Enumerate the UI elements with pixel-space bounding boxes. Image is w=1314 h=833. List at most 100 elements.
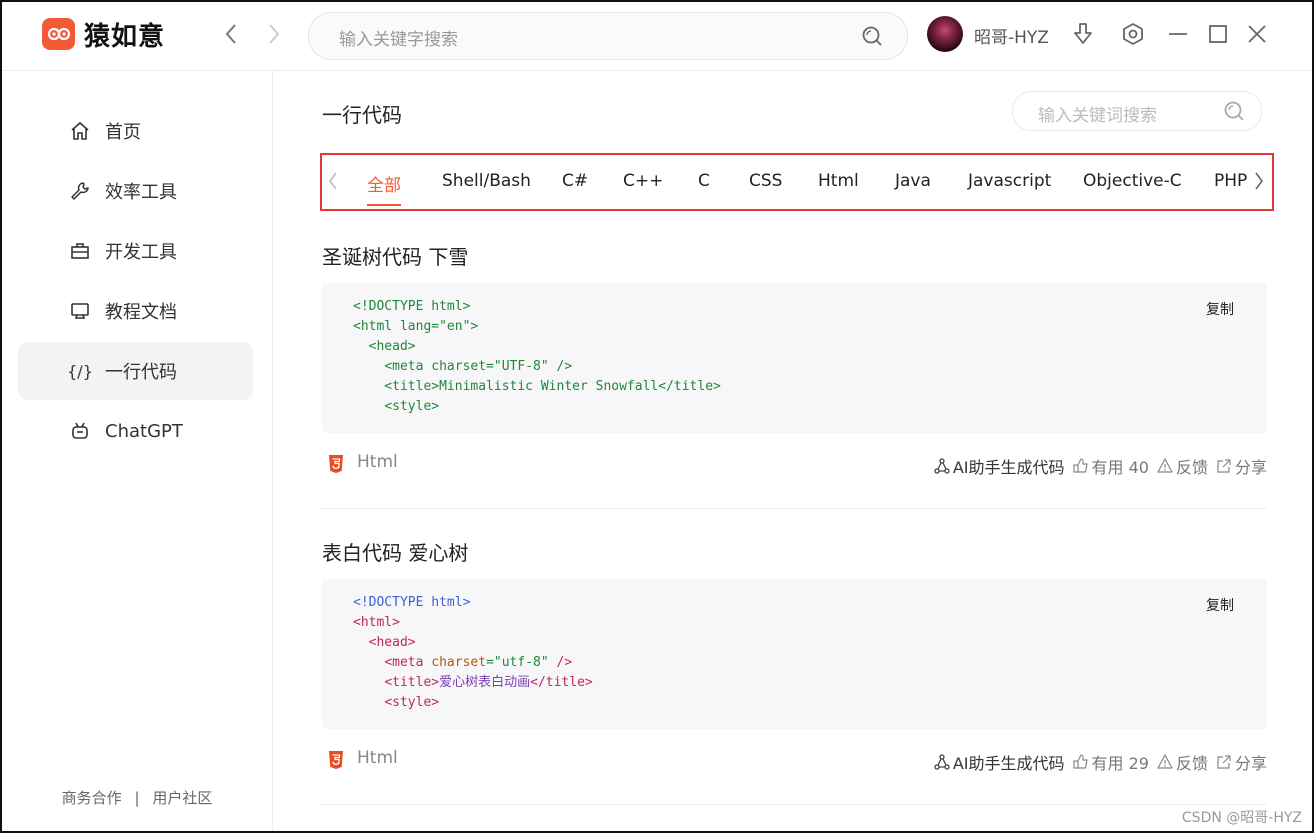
code-token: 爱心树表白动画	[439, 675, 531, 690]
tab-csharp[interactable]: C#	[562, 171, 588, 191]
tab-javascript[interactable]: Javascript	[968, 171, 1051, 191]
code-token: ="utf-8"	[486, 655, 549, 670]
useful-button[interactable]: 有用 29	[1072, 750, 1149, 774]
thumbs-up-icon	[1072, 458, 1088, 473]
share-button[interactable]: 分享	[1216, 454, 1267, 478]
sidebar-item-label: 一行代码	[105, 362, 177, 383]
wrench-icon	[68, 179, 92, 203]
sidebar-item-home[interactable]: 首页	[18, 102, 253, 160]
snippet-search-placeholder: 输入关键词搜索	[1038, 106, 1157, 126]
tabs-scroll-right-icon[interactable]	[1250, 169, 1268, 193]
warning-icon	[1157, 458, 1173, 473]
sidebar-item-label: 开发工具	[105, 242, 177, 263]
page-title: 一行代码	[322, 103, 402, 127]
warning-icon	[1157, 754, 1173, 769]
code-token: />	[556, 655, 573, 670]
useful-count: 有用 29	[1091, 754, 1149, 773]
snippet-language[interactable]: Html	[357, 748, 398, 768]
maximize-icon[interactable]	[1205, 21, 1231, 47]
tab-all[interactable]: 全部	[367, 171, 401, 206]
snippet-search-input[interactable]: 输入关键词搜索	[1012, 91, 1262, 131]
search-icon[interactable]	[1223, 100, 1245, 122]
tab-php[interactable]: PHP	[1214, 171, 1247, 191]
back-arrow-icon[interactable]	[217, 20, 245, 48]
robot-icon	[68, 419, 92, 443]
copy-button[interactable]: 复制	[1206, 299, 1234, 319]
sidebar-item-label: 教程文档	[105, 302, 177, 323]
share-icon	[1217, 755, 1231, 769]
download-icon[interactable]	[1070, 21, 1096, 47]
global-search-input[interactable]: 输入关键字搜索	[308, 12, 908, 60]
share-label: 分享	[1234, 754, 1267, 773]
sidebar-item-one-line-code[interactable]: {/} 一行代码	[18, 342, 253, 400]
code-line: <html lang="en">	[353, 319, 479, 334]
html5-icon	[329, 455, 343, 473]
code-content: <!DOCTYPE html> <html lang="en"> <head> …	[353, 297, 721, 417]
tabs-scroll-left-icon[interactable]	[324, 169, 342, 193]
main-content: 一行代码 输入关键词搜索 全部 Shell/Bash C# C++ C CSS …	[273, 71, 1312, 831]
snippet-title[interactable]: 圣诞树代码 下雪	[322, 241, 468, 270]
share-button[interactable]: 分享	[1216, 750, 1267, 774]
footer-divider: |	[134, 789, 140, 807]
close-icon[interactable]	[1244, 21, 1270, 47]
briefcase-icon	[68, 239, 92, 263]
feedback-button[interactable]: 反馈	[1157, 750, 1208, 774]
ai-generate-label: AI助手生成代码	[952, 754, 1065, 773]
tab-html[interactable]: Html	[818, 171, 859, 191]
code-line: <head>	[368, 635, 416, 650]
code-line: <!DOCTYPE html>	[353, 595, 471, 610]
sidebar-item-tutorials[interactable]: 教程文档	[18, 282, 253, 340]
user-community-link[interactable]: 用户社区	[152, 789, 212, 807]
global-search-placeholder: 输入关键字搜索	[339, 30, 458, 50]
ai-generate-button[interactable]: AI助手生成代码	[934, 454, 1065, 478]
sidebar-item-dev-tools[interactable]: 开发工具	[18, 222, 253, 280]
code-line: <meta charset="UTF-8" />	[353, 359, 573, 374]
tab-java[interactable]: Java	[895, 171, 931, 191]
code-line: <style>	[353, 399, 440, 414]
app-logo	[42, 18, 75, 50]
sidebar-item-chatgpt[interactable]: ChatGPT	[18, 402, 253, 460]
snippet-title[interactable]: 表白代码 爱心树	[322, 537, 468, 566]
forward-arrow-icon[interactable]	[260, 20, 288, 48]
ai-generate-button[interactable]: AI助手生成代码	[934, 750, 1065, 774]
snippet-meta: Html AI助手生成代码 有用 29 反馈 分享	[322, 746, 1267, 776]
feedback-label: 反馈	[1175, 458, 1208, 477]
tab-cpp[interactable]: C++	[623, 171, 663, 191]
useful-button[interactable]: 有用 40	[1072, 454, 1149, 478]
share-icon	[1217, 459, 1231, 473]
thumbs-up-icon	[1072, 754, 1088, 769]
code-token: </title>	[530, 675, 593, 690]
home-icon	[68, 119, 92, 143]
divider	[322, 508, 1267, 509]
html5-icon	[329, 751, 343, 769]
avatar[interactable]	[927, 16, 963, 52]
watermark: CSDN @昭哥-HYZ	[1181, 810, 1302, 826]
app-name: 猿如意	[84, 22, 166, 52]
snippet-meta: Html AI助手生成代码 有用 40 反馈 分享	[322, 450, 1267, 480]
code-line: <html>	[353, 615, 400, 630]
monitor-icon	[68, 299, 92, 323]
code-block: <!DOCTYPE html> <html> <head> <meta char…	[322, 579, 1267, 729]
tab-shell-bash[interactable]: Shell/Bash	[442, 171, 531, 191]
ai-generate-label: AI助手生成代码	[952, 458, 1065, 477]
code-line: <title>Minimalistic Winter Snowfall</tit…	[353, 379, 721, 394]
search-icon[interactable]	[861, 25, 883, 47]
snippet-language[interactable]: Html	[357, 452, 398, 472]
sidebar-footer: 商务合作 | 用户社区	[2, 787, 272, 808]
username[interactable]: 昭哥-HYZ	[974, 23, 1049, 48]
language-tabs: 全部 Shell/Bash C# C++ C CSS Html Java Jav…	[320, 153, 1274, 211]
tab-css[interactable]: CSS	[749, 171, 782, 191]
share-label: 分享	[1234, 458, 1267, 477]
copy-button[interactable]: 复制	[1206, 595, 1234, 615]
sidebar-item-label: ChatGPT	[105, 420, 183, 442]
business-cooperation-link[interactable]: 商务合作	[62, 789, 122, 807]
tab-c[interactable]: C	[698, 171, 710, 191]
code-content: <!DOCTYPE html> <html> <head> <meta char…	[353, 593, 593, 713]
minimize-icon[interactable]	[1165, 21, 1191, 47]
feedback-button[interactable]: 反馈	[1157, 454, 1208, 478]
sidebar-item-efficiency-tools[interactable]: 效率工具	[18, 162, 253, 220]
code-token: charset	[431, 655, 487, 670]
code-line: <head>	[353, 339, 416, 354]
tab-objective-c[interactable]: Objective-C	[1083, 171, 1182, 191]
settings-icon[interactable]	[1120, 21, 1146, 47]
